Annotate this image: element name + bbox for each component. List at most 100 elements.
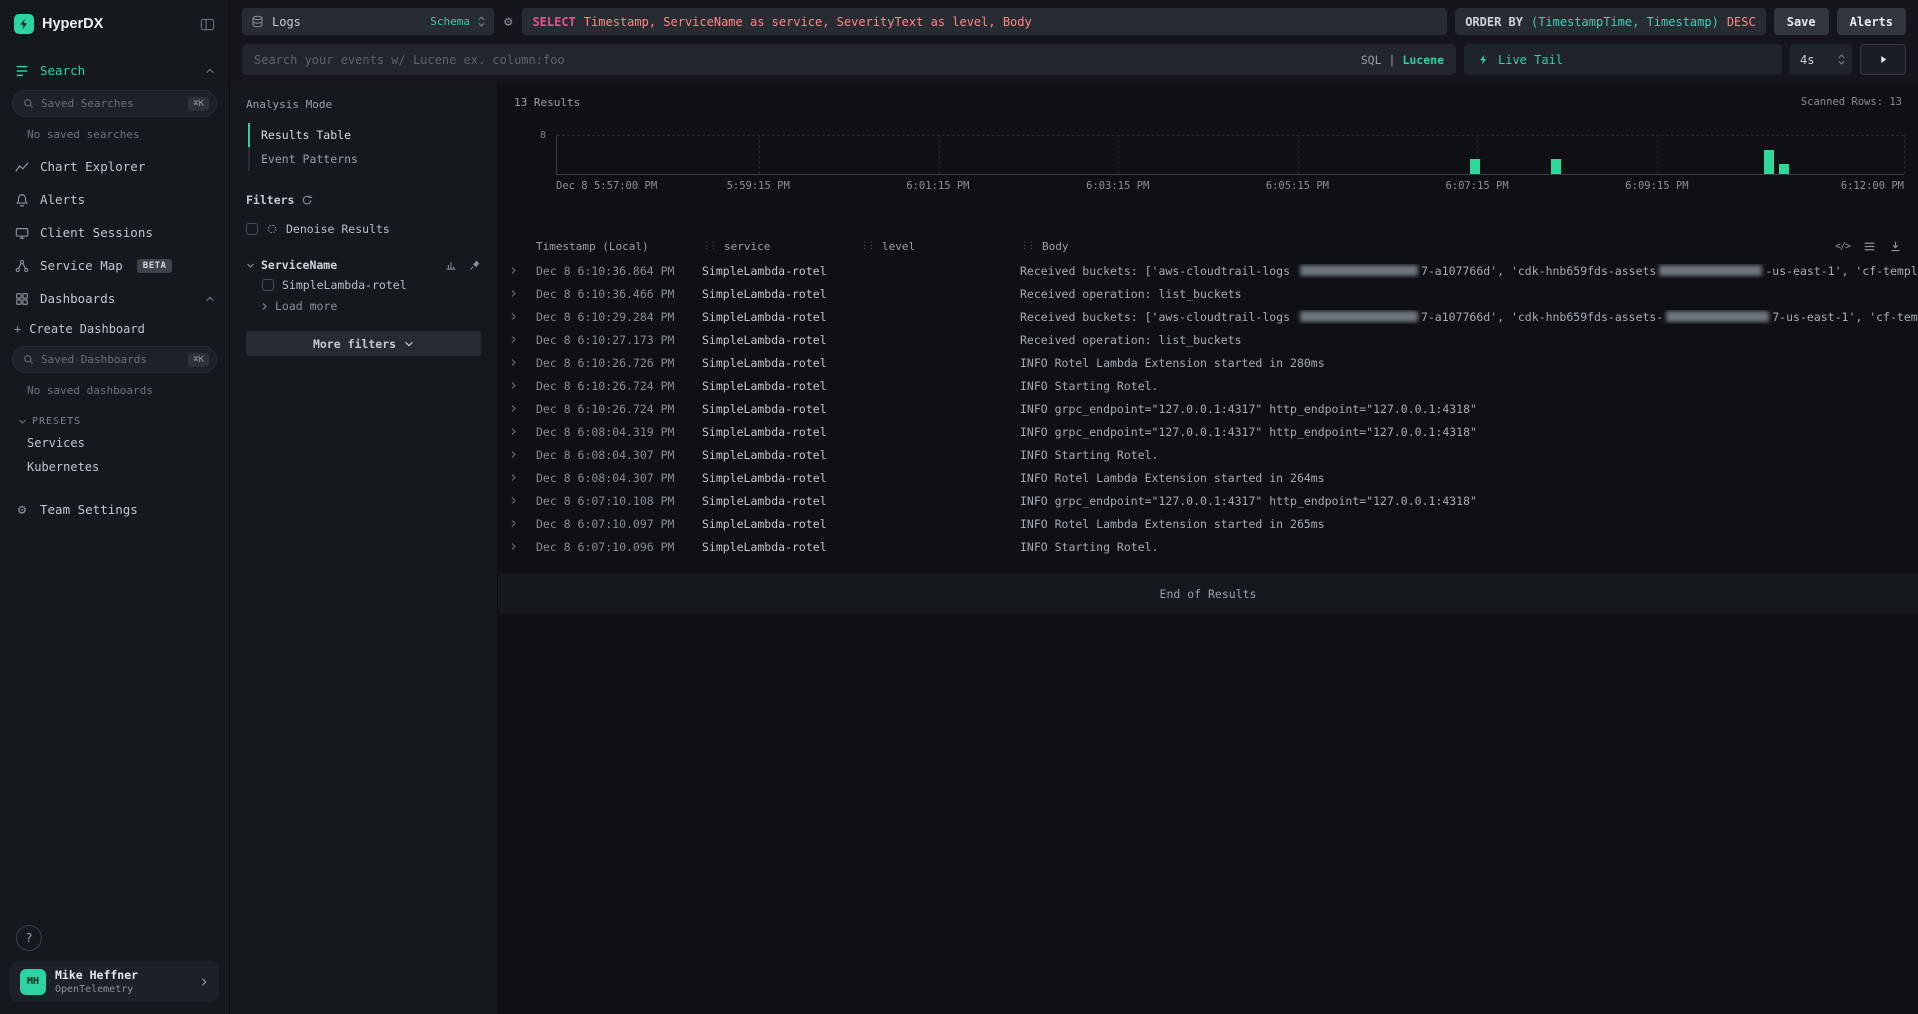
denoise-results-option[interactable]: Denoise Results [246, 219, 481, 239]
sidebar-item-chart-explorer[interactable]: Chart Explorer [0, 150, 229, 183]
table-row[interactable]: Dec 8 6:10:26.724 PM SimpleLambda-rotel … [498, 374, 1918, 397]
code-view-icon[interactable]: </> [1835, 241, 1850, 252]
row-view-icon[interactable] [1863, 240, 1876, 253]
expand-row-icon[interactable] [506, 335, 536, 344]
row-body: INFO Rotel Lambda Extension started in 2… [1020, 517, 1918, 531]
schema-link[interactable]: Schema [430, 15, 470, 28]
no-saved-searches-text: No saved searches [0, 119, 229, 150]
preset-item-kubernetes[interactable]: Kubernetes [0, 455, 229, 479]
filter-group-servicename[interactable]: ServiceName [246, 255, 481, 275]
table-row[interactable]: Dec 8 6:08:04.307 PM SimpleLambda-rotel … [498, 466, 1918, 489]
lucene-mode-toggle[interactable]: Lucene [1402, 53, 1444, 67]
line-chart-icon [14, 160, 30, 174]
chevron-up-icon[interactable] [205, 294, 215, 304]
row-service: SimpleLambda-rotel [702, 356, 860, 370]
histogram-axis: Dec 8 5:57:00 PM5:59:15 PM6:01:15 PM6:03… [556, 180, 1904, 195]
saved-dashboards-input[interactable]: Saved Dashboards ⌘K [12, 346, 217, 373]
row-body: INFO Rotel Lambda Extension started in 2… [1020, 356, 1918, 370]
mode-divider: | [1389, 53, 1396, 67]
mode-event-patterns[interactable]: Event Patterns [250, 147, 481, 171]
table-row[interactable]: Dec 8 6:10:29.284 PM SimpleLambda-rotel … [498, 305, 1918, 328]
presets-section-toggle[interactable]: PRESETS [0, 406, 229, 431]
chart-facet-icon[interactable] [445, 259, 457, 271]
order-by-input[interactable]: ORDER BY(TimestampTime, Timestamp)DESC [1455, 8, 1766, 35]
sidebar-item-client-sessions[interactable]: Client Sessions [0, 216, 229, 249]
refresh-interval-input[interactable]: 4s [1790, 44, 1852, 75]
table-row[interactable]: Dec 8 6:07:10.108 PM SimpleLambda-rotel … [498, 489, 1918, 512]
monitor-icon [14, 226, 30, 240]
column-header-timestamp[interactable]: Timestamp (Local) [536, 240, 702, 253]
expand-row-icon[interactable] [506, 404, 536, 413]
download-icon[interactable] [1889, 240, 1902, 253]
source-selector[interactable]: Logs Schema [242, 8, 494, 35]
histogram-bar[interactable] [1764, 150, 1774, 174]
expand-row-icon[interactable] [506, 266, 536, 275]
create-dashboard-button[interactable]: + Create Dashboard [0, 315, 229, 343]
load-more-link[interactable]: Load more [246, 295, 481, 317]
expand-row-icon[interactable] [506, 519, 536, 528]
table-row[interactable]: Dec 8 6:10:36.864 PM SimpleLambda-rotel … [498, 259, 1918, 282]
sidebar-item-team-settings[interactable]: ⚙ Team Settings [0, 493, 229, 526]
sidebar-item-label: Service Map [40, 258, 123, 273]
filter-value-simplelambda-rotel[interactable]: SimpleLambda-rotel [246, 275, 481, 295]
select-query-input[interactable]: SELECTTimestamp, ServiceName as service,… [522, 8, 1447, 35]
expand-row-icon[interactable] [506, 450, 536, 459]
column-header-body[interactable]: ⋮⋮Body [1020, 240, 1818, 253]
table-row[interactable]: Dec 8 6:08:04.307 PM SimpleLambda-rotel … [498, 443, 1918, 466]
denoise-checkbox[interactable] [246, 223, 258, 235]
help-button[interactable]: ? [16, 925, 42, 951]
table-row[interactable]: Dec 8 6:07:10.096 PM SimpleLambda-rotel … [498, 535, 1918, 558]
source-settings-button[interactable]: ⚙ [502, 15, 514, 29]
expand-row-icon[interactable] [506, 427, 536, 436]
sql-mode-toggle[interactable]: SQL [1361, 53, 1382, 67]
expand-row-icon[interactable] [506, 473, 536, 482]
column-header-service[interactable]: ⋮⋮service [702, 240, 860, 253]
histogram-bar[interactable] [1551, 159, 1561, 174]
shortcut-badge: ⌘K [188, 353, 209, 367]
table-row[interactable]: Dec 8 6:10:26.724 PM SimpleLambda-rotel … [498, 397, 1918, 420]
refresh-icon[interactable] [301, 194, 313, 206]
stepper-arrows-icon[interactable] [1838, 53, 1845, 66]
more-filters-label: More filters [313, 337, 396, 351]
pin-icon[interactable] [469, 259, 481, 271]
histogram-bar[interactable] [1470, 159, 1480, 174]
collapse-sidebar-icon[interactable] [200, 17, 215, 32]
expand-row-icon[interactable] [506, 496, 536, 505]
table-row[interactable]: Dec 8 6:10:26.726 PM SimpleLambda-rotel … [498, 351, 1918, 374]
table-row[interactable]: Dec 8 6:08:04.319 PM SimpleLambda-rotel … [498, 420, 1918, 443]
mode-results-table[interactable]: Results Table [248, 123, 481, 147]
sidebar-item-search[interactable]: Search [0, 54, 229, 87]
column-header-level[interactable]: ⋮⋮level [860, 240, 1020, 253]
drag-handle-icon[interactable]: ⋮⋮ [702, 241, 716, 251]
load-more-label: Load more [275, 299, 337, 313]
histogram-bar[interactable] [1779, 164, 1789, 174]
filter-value-checkbox[interactable] [262, 279, 274, 291]
sql-keyword: SELECT [532, 15, 575, 29]
table-row[interactable]: Dec 8 6:07:10.097 PM SimpleLambda-rotel … [498, 512, 1918, 535]
expand-row-icon[interactable] [506, 312, 536, 321]
table-row[interactable]: Dec 8 6:10:27.173 PM SimpleLambda-rotel … [498, 328, 1918, 351]
sidebar-item-alerts[interactable]: Alerts [0, 183, 229, 216]
body-text: INFO Starting Rotel. [1020, 540, 1158, 554]
expand-row-icon[interactable] [506, 542, 536, 551]
row-body: Received buckets: ['aws-cloudtrail-logs … [1020, 310, 1918, 324]
alerts-button[interactable]: Alerts [1837, 8, 1906, 35]
table-row[interactable]: Dec 8 6:10:36.466 PM SimpleLambda-rotel … [498, 282, 1918, 305]
save-button[interactable]: Save [1774, 8, 1829, 35]
user-menu[interactable]: MH Mike Heffner OpenTelemetry [10, 961, 219, 1002]
drag-handle-icon[interactable]: ⋮⋮ [860, 241, 874, 251]
event-search-input[interactable]: Search your events w/ Lucene ex. column:… [242, 44, 1456, 75]
drag-handle-icon[interactable]: ⋮⋮ [1020, 241, 1034, 251]
play-button[interactable] [1860, 44, 1906, 75]
expand-row-icon[interactable] [506, 381, 536, 390]
saved-searches-input[interactable]: Saved Searches ⌘K [12, 90, 217, 117]
chevron-up-icon[interactable] [205, 66, 215, 76]
expand-row-icon[interactable] [506, 289, 536, 298]
more-filters-button[interactable]: More filters [246, 331, 481, 356]
preset-item-services[interactable]: Services [0, 431, 229, 455]
body-text: 7-us-east-1', 'cf-templat [1772, 310, 1918, 324]
expand-row-icon[interactable] [506, 358, 536, 367]
sidebar-item-dashboards[interactable]: Dashboards [0, 282, 229, 315]
sidebar-item-service-map[interactable]: Service Map BETA [0, 249, 229, 282]
live-tail-button[interactable]: Live Tail [1464, 44, 1782, 75]
